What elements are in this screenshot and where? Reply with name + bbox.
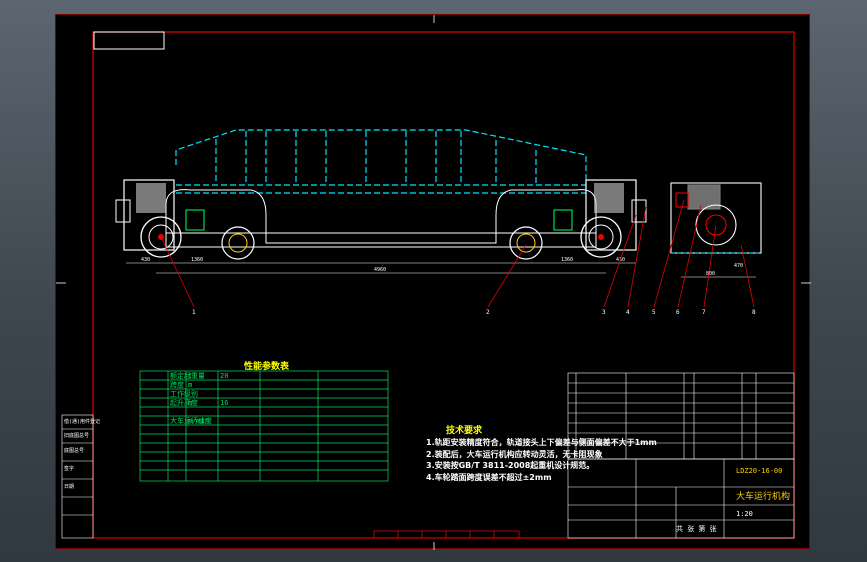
part-number-2: 2 (486, 309, 490, 316)
performance-cell: m (188, 399, 193, 407)
dim-span-total: 4960 (374, 267, 386, 273)
performance-cell: 跨度 (170, 381, 184, 389)
part-number-5: 5 (652, 309, 656, 316)
part-number-4: 4 (626, 309, 630, 316)
performance-table-title: 性能参数表 (244, 362, 290, 372)
drawing-number: LDZ20-16-00 (736, 467, 783, 475)
performance-cell: 工作级别 (170, 390, 198, 398)
part-numbers: 1 2 3 4 5 6 7 8 (192, 309, 756, 316)
bottom-scale-strip (373, 530, 520, 539)
left-margin-label: 底图总号 (64, 448, 85, 454)
dim-left-wheel: 1360 (191, 257, 203, 263)
dimension-text: 430 1360 4960 1360 430 800 470 (141, 257, 743, 277)
performance-cell: 起升高度 (170, 399, 198, 407)
drawing-sheet: 430 1360 4960 1360 430 800 470 1 2 3 4 5… (55, 14, 811, 550)
performance-cell: m/min (188, 417, 210, 425)
performance-cell: 20 (220, 372, 229, 380)
sheet-count: 共 张 第 张 (676, 525, 717, 533)
dim-side-part: 470 (734, 263, 743, 269)
left-margin-label: 旧底图总号 (64, 433, 90, 439)
tech-requirement-line: 3.安装按GB/T 3811-2008起重机设计规范。 (426, 461, 595, 470)
dim-side-total: 800 (706, 271, 715, 277)
performance-cell: 16 (220, 399, 229, 407)
side-view-mechanism (670, 182, 762, 254)
bridge-outline (175, 129, 587, 194)
dim-left-edge: 430 (141, 257, 150, 263)
top-label-box (93, 31, 165, 50)
drawing-name: 大车运行机构 (736, 492, 791, 502)
performance-cell: m (188, 381, 193, 389)
left-margin-label: 借(通)用件登记 (64, 419, 101, 425)
tech-requirements-title: 技术要求 (446, 426, 483, 436)
part-number-6: 6 (676, 309, 680, 316)
dimension-lines (126, 262, 756, 278)
scale-value: 1:20 (736, 510, 753, 518)
part-number-7: 7 (702, 309, 706, 316)
tech-requirement-line: 2.装配后，大车运行机构应转动灵活，无卡阻现象 (426, 449, 603, 459)
left-margin-label: 日期 (64, 484, 75, 490)
part-number-1: 1 (192, 309, 196, 316)
tech-requirement-line: 1.轨距安装精度符合，轨道接头上下偏差与侧面偏差不大于1mm (426, 438, 657, 447)
tech-requirement-line: 4.车轮踏面跨度误差不超过±2mm (426, 472, 552, 482)
dim-right-wheel: 1360 (561, 257, 573, 263)
part-number-8: 8 (752, 309, 756, 316)
left-margin-label: 签字 (64, 466, 75, 472)
performance-cell: t (188, 372, 193, 380)
part-number-3: 3 (602, 309, 606, 316)
